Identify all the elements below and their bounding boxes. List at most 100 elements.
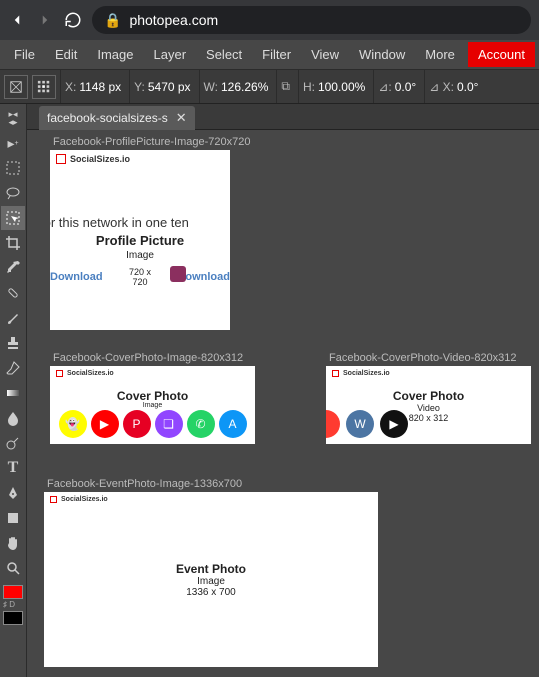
- artboard-title: Event Photo: [44, 562, 378, 576]
- y-label: Y:: [134, 80, 145, 94]
- toolbar: ▸◂◂▸ ▸+ T ♯ D: [0, 104, 27, 677]
- socialsizes-brand: SocialSizes.io: [67, 370, 114, 377]
- browser-bar: 🔒 photopea.com: [0, 0, 539, 40]
- color-swatches[interactable]: ♯ D: [3, 585, 23, 625]
- socialsizes-brand: SocialSizes.io: [70, 154, 130, 164]
- pinterest-icon: P: [123, 410, 151, 438]
- artboard-title: Profile Picture: [50, 233, 230, 248]
- tab-strip: facebook-socialsizes-s ✕: [27, 104, 539, 130]
- whatsapp-icon: ✆: [187, 410, 215, 438]
- artboard-event-photo[interactable]: SocialSizes.io Event Photo Image 1336 x …: [44, 492, 378, 667]
- blur-tool-icon[interactable]: [1, 406, 25, 430]
- crop-tool-icon[interactable]: [1, 231, 25, 255]
- socialsizes-header: SocialSizes.io: [326, 366, 531, 381]
- appstore-icon: A: [219, 410, 247, 438]
- document-area: facebook-socialsizes-s ✕ Facebook-Profil…: [27, 104, 539, 677]
- eyedropper-tool-icon[interactable]: [1, 256, 25, 280]
- anchor-icon[interactable]: [32, 75, 56, 99]
- document-tab-label: facebook-socialsizes-s: [47, 111, 168, 125]
- eraser-tool-icon[interactable]: [1, 356, 25, 380]
- vk-icon: W: [346, 410, 374, 438]
- hand-tool-icon[interactable]: [1, 531, 25, 555]
- menu-bar: File Edit Image Layer Select Filter View…: [0, 40, 539, 70]
- x-label: X:: [65, 80, 76, 94]
- skew-label: ⊿ X:: [429, 80, 454, 94]
- clipped-icon: [326, 410, 340, 438]
- url-bar[interactable]: 🔒 photopea.com: [92, 6, 531, 34]
- artboard-dims: 720 x 720: [121, 267, 160, 287]
- close-tab-icon[interactable]: ✕: [176, 110, 187, 126]
- artboard-subtitle: Image: [50, 250, 230, 261]
- document-tab[interactable]: facebook-socialsizes-s ✕: [39, 106, 195, 130]
- pen-tool-icon[interactable]: [1, 481, 25, 505]
- menu-edit[interactable]: Edit: [45, 42, 87, 67]
- socialsizes-logo-icon: [332, 370, 339, 377]
- healing-tool-icon[interactable]: [1, 281, 25, 305]
- forward-icon[interactable]: [36, 11, 54, 29]
- menu-select[interactable]: Select: [196, 42, 252, 67]
- artboard-dims: 1336 x 700: [44, 587, 378, 598]
- background-color[interactable]: [3, 611, 23, 625]
- brush-tool-icon[interactable]: [1, 306, 25, 330]
- object-select-tool-icon[interactable]: [1, 206, 25, 230]
- download-link[interactable]: Download: [50, 271, 103, 283]
- reload-icon[interactable]: [64, 11, 82, 29]
- artboard-cover-photo-video[interactable]: SocialSizes.io Cover Photo Video 820 x 3…: [326, 366, 531, 444]
- playstore-icon: ▶: [380, 410, 408, 438]
- socialsizes-header: SocialSizes.io: [50, 366, 255, 381]
- canvas[interactable]: Facebook-ProfilePicture-Image-720x720 So…: [27, 130, 539, 677]
- menu-view[interactable]: View: [301, 42, 349, 67]
- cursor-arrows-icon[interactable]: ▸◂◂▸: [1, 106, 25, 130]
- snapchat-icon: 👻: [59, 410, 87, 438]
- youtube-icon: ▶: [91, 410, 119, 438]
- twitch-icon: ❏: [155, 410, 183, 438]
- dodge-tool-icon[interactable]: [1, 431, 25, 455]
- w-value[interactable]: 126.26%: [221, 80, 268, 94]
- artboard-label[interactable]: Facebook-CoverPhoto-Image-820x312: [53, 352, 243, 364]
- artboard-subtitle: Image: [50, 402, 255, 409]
- socialsizes-logo-icon: [50, 496, 57, 503]
- socialsizes-brand: SocialSizes.io: [61, 496, 108, 503]
- swatch-label: ♯ D: [3, 600, 23, 609]
- menu-layer[interactable]: Layer: [144, 42, 197, 67]
- url-text: photopea.com: [129, 12, 218, 28]
- socialsizes-header: SocialSizes.io: [50, 150, 230, 168]
- skew-value[interactable]: 0.0°: [457, 80, 478, 94]
- gradient-tool-icon[interactable]: [1, 381, 25, 405]
- artboard-label[interactable]: Facebook-CoverPhoto-Video-820x312: [329, 352, 517, 364]
- socialsizes-header: SocialSizes.io: [44, 492, 378, 507]
- marquee-tool-icon[interactable]: [1, 156, 25, 180]
- h-label: H:: [303, 80, 315, 94]
- move-tool-icon[interactable]: ▸+: [1, 131, 25, 155]
- y-value[interactable]: 5470 px: [148, 80, 191, 94]
- foreground-color[interactable]: [3, 585, 23, 599]
- transform-icon[interactable]: [4, 75, 28, 99]
- options-bar: X: 1148 px Y: 5470 px W: 126.26% ⧉ H: 10…: [0, 70, 539, 104]
- h-value[interactable]: 100.00%: [318, 80, 365, 94]
- menu-window[interactable]: Window: [349, 42, 415, 67]
- artboard-cover-photo-image[interactable]: SocialSizes.io Cover Photo Image 👻 ▶ P ❏…: [50, 366, 255, 444]
- zoom-tool-icon[interactable]: [1, 556, 25, 580]
- rotation-label: ⊿:: [378, 80, 391, 94]
- menu-more[interactable]: More: [415, 42, 465, 67]
- link-wh-icon[interactable]: ⧉: [281, 79, 290, 94]
- menu-account[interactable]: Account: [468, 42, 535, 67]
- shape-tool-icon[interactable]: [1, 506, 25, 530]
- artboard-subtitle: Image: [44, 576, 378, 587]
- w-label: W:: [204, 80, 218, 94]
- type-tool-icon[interactable]: T: [1, 456, 25, 480]
- artboard-title: Cover Photo: [326, 389, 531, 403]
- menu-file[interactable]: File: [4, 42, 45, 67]
- x-value[interactable]: 1148 px: [79, 80, 121, 94]
- small-thumb-icon: [170, 266, 186, 282]
- artboard-label[interactable]: Facebook-EventPhoto-Image-1336x700: [47, 478, 242, 490]
- artboard-label[interactable]: Facebook-ProfilePicture-Image-720x720: [53, 136, 251, 148]
- lasso-tool-icon[interactable]: [1, 181, 25, 205]
- rotation-value[interactable]: 0.0°: [395, 80, 416, 94]
- artboard-profile-picture[interactable]: SocialSizes.io for this network in one t…: [50, 150, 230, 330]
- back-icon[interactable]: [8, 11, 26, 29]
- menu-image[interactable]: Image: [87, 42, 143, 67]
- menu-filter[interactable]: Filter: [252, 42, 301, 67]
- stamp-tool-icon[interactable]: [1, 331, 25, 355]
- lock-icon: 🔒: [104, 12, 121, 29]
